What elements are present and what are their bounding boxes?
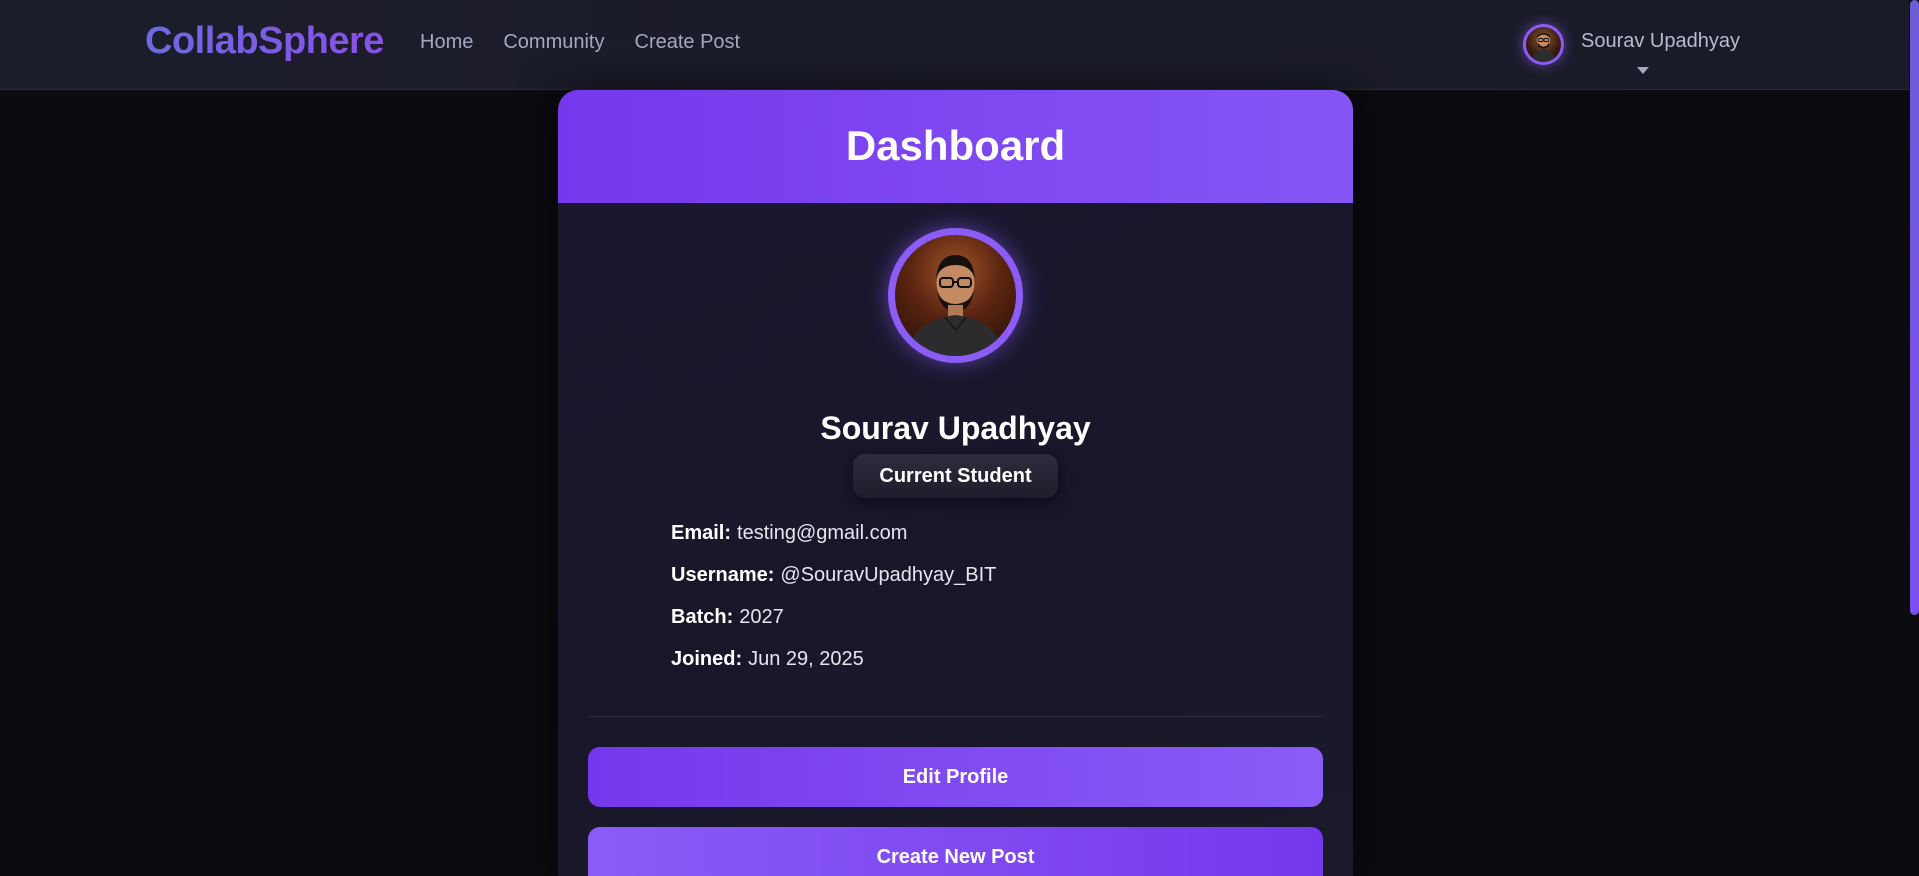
info-label: Batch: — [671, 606, 734, 628]
brand-logo[interactable]: CollabSphere — [145, 20, 384, 63]
dashboard-header: Dashboard — [558, 90, 1353, 203]
chevron-down-icon[interactable] — [1637, 67, 1649, 74]
user-menu-dropdown[interactable]: Sourav Upadhyay — [1523, 22, 1763, 82]
profile-photo-icon — [907, 255, 1004, 356]
user-name[interactable]: Sourav Upadhyay — [1581, 30, 1740, 53]
profile-info-list: Email: testing@gmail.com Username: @Sourav… — [671, 522, 996, 690]
dashboard-card: Dashboard Sourav Upadhyay Current Studen… — [558, 90, 1353, 876]
info-email: Email: testing@gmail.com — [671, 522, 996, 564]
info-value: @SouravUpadhyay_BIT — [780, 564, 997, 586]
user-avatar-icon — [1531, 33, 1556, 62]
divider — [588, 716, 1323, 717]
user-avatar[interactable] — [1523, 24, 1564, 65]
edit-profile-button[interactable]: Edit Profile — [588, 747, 1323, 807]
create-new-post-button[interactable]: Create New Post — [588, 827, 1323, 876]
page-title: Dashboard — [845, 122, 1066, 169]
nav-links: Home Community Create Post — [420, 31, 740, 54]
profile-avatar — [888, 228, 1023, 363]
info-label: Email: — [671, 522, 732, 544]
info-value: testing@gmail.com — [737, 522, 908, 544]
info-joined: Joined: Jun 29, 2025 — [671, 648, 996, 690]
nav-link-home[interactable]: Home — [420, 31, 473, 54]
info-value: Jun 29, 2025 — [748, 648, 864, 670]
top-navbar: CollabSphere Home Community Create Post … — [0, 0, 1919, 90]
profile-name: Sourav Upadhyay — [820, 410, 1091, 446]
info-username: Username: @SouravUpadhyay_BIT — [671, 564, 996, 606]
nav-link-community[interactable]: Community — [503, 31, 604, 54]
info-batch: Batch: 2027 — [671, 606, 996, 648]
info-value: 2027 — [739, 606, 784, 628]
scrollbar-thumb[interactable] — [1910, 0, 1919, 615]
status-badge: Current Student — [853, 454, 1058, 498]
info-label: Joined: — [671, 648, 743, 670]
nav-link-create-post[interactable]: Create Post — [635, 31, 741, 54]
info-label: Username: — [671, 564, 775, 586]
